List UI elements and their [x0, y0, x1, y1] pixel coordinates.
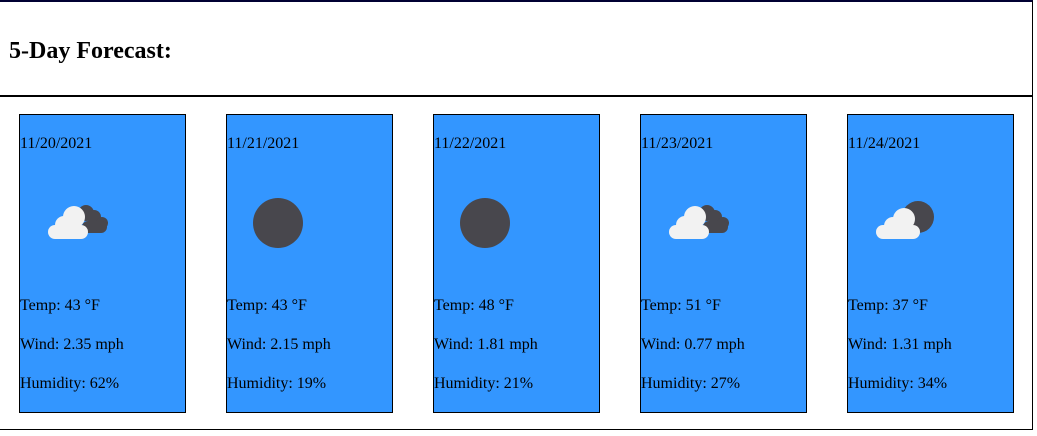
- forecast-date: 11/22/2021: [434, 135, 507, 152]
- forecast-humidity: Humidity: 27%: [641, 375, 741, 392]
- forecast-date: 11/20/2021: [20, 135, 93, 152]
- forecast-humidity: Humidity: 34%: [848, 375, 948, 392]
- few-clouds-icon: [876, 201, 934, 239]
- forecast-wind: Wind: 2.15 mph: [227, 336, 331, 353]
- forecast-temp: Temp: 43 °F: [227, 297, 307, 314]
- page-title: 5-Day Forecast:: [9, 38, 172, 64]
- forecast-date: 11/21/2021: [227, 135, 300, 152]
- forecast-temp: Temp: 48 °F: [434, 297, 514, 314]
- forecast-wind: Wind: 2.35 mph: [20, 336, 124, 353]
- forecast-wind: Wind: 1.31 mph: [848, 336, 952, 353]
- clouds-icon: [48, 205, 108, 239]
- clouds-icon: [669, 205, 729, 239]
- forecast-date: 11/24/2021: [848, 135, 921, 152]
- forecast-temp: Temp: 37 °F: [848, 297, 928, 314]
- forecast-temp: Temp: 43 °F: [20, 297, 100, 314]
- clear-sky-icon: [253, 198, 303, 248]
- forecast-wind: Wind: 0.77 mph: [641, 336, 745, 353]
- forecast-wind: Wind: 1.81 mph: [434, 336, 538, 353]
- forecast-card-day-3: 11/22/2021 Temp: 48 °F Wind: 1.81 mph Hu…: [433, 114, 600, 413]
- clear-sky-icon: [460, 198, 510, 248]
- forecast-humidity: Humidity: 62%: [20, 375, 120, 392]
- forecast-card-day-5: 11/24/2021 Temp: 37 °F Wind: 1.31 mph Hu…: [847, 114, 1014, 413]
- forecast-card-day-2: 11/21/2021 Temp: 43 °F Wind: 2.15 mph Hu…: [226, 114, 393, 413]
- forecast-header: 5-Day Forecast:: [0, 2, 1033, 97]
- forecast-humidity: Humidity: 21%: [434, 375, 534, 392]
- forecast-humidity: Humidity: 19%: [227, 375, 327, 392]
- forecast-card-day-1: 11/20/2021 Temp: 43 °F Wind: 2.35 mph Hu…: [19, 114, 186, 413]
- forecast-temp: Temp: 51 °F: [641, 297, 721, 314]
- forecast-card-day-4: 11/23/2021 Temp: 51 °F Wind: 0.77 mph Hu…: [640, 114, 807, 413]
- forecast-date: 11/23/2021: [641, 135, 714, 152]
